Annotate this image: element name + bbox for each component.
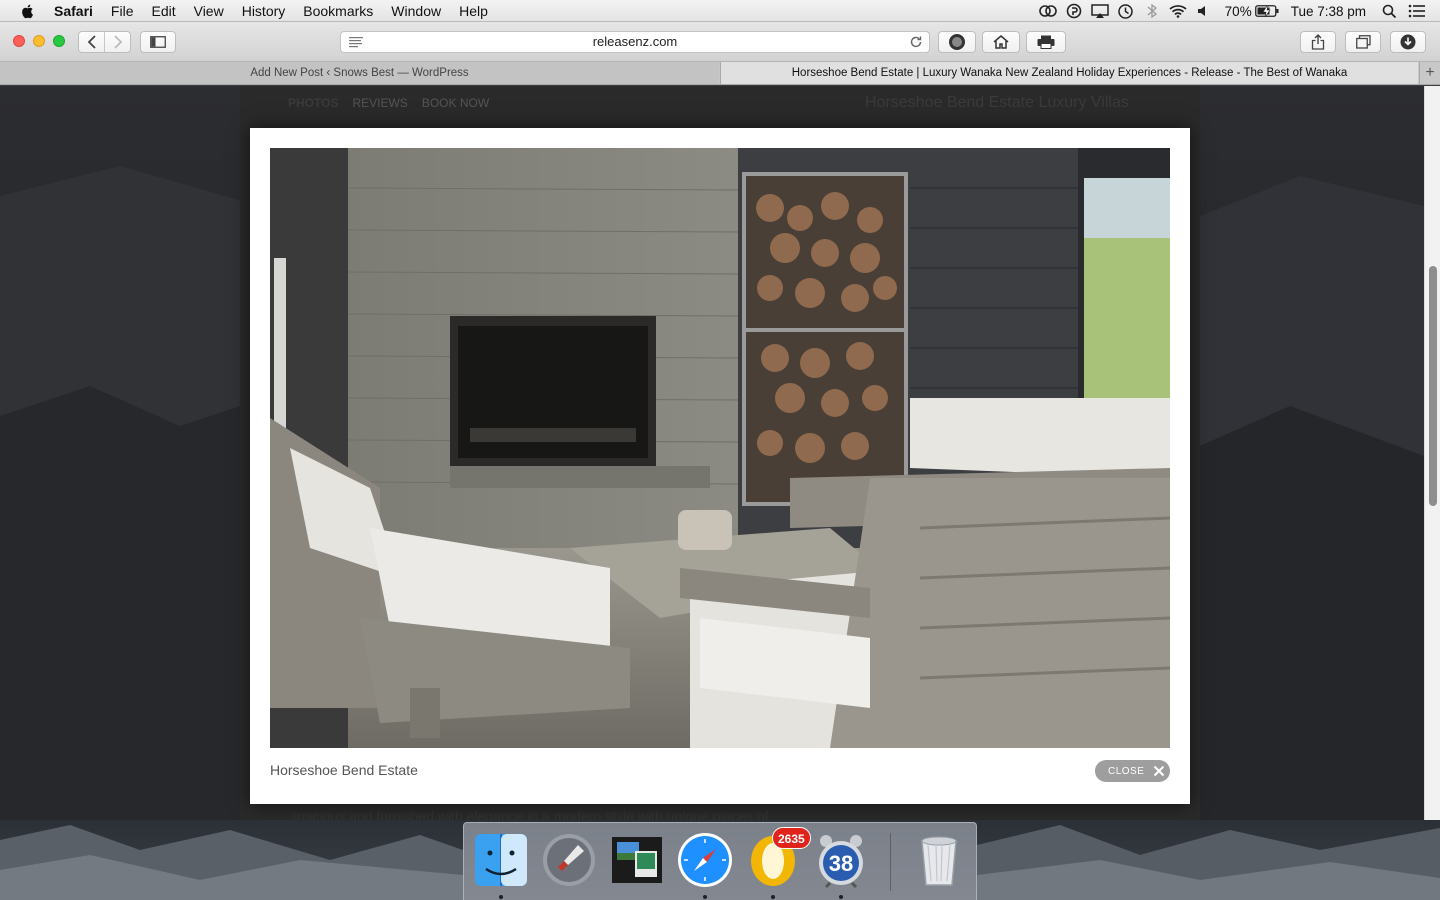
page-nav: PHOTOS REVIEWS BOOK NOW — [288, 96, 489, 110]
menu-bar: Safari File Edit View History Bookmarks … — [0, 0, 1440, 22]
window-close-button[interactable] — [13, 35, 25, 47]
sync-app-icon[interactable] — [1065, 2, 1083, 20]
tabs-overview-icon — [1355, 35, 1371, 49]
page-heading: Horseshoe Bend Estate Luxury Villas — [865, 94, 1129, 111]
menu-window[interactable]: Window — [391, 3, 441, 19]
reader-view-icon[interactable] — [349, 36, 363, 48]
dock-finder-running-indicator — [499, 895, 503, 899]
apple-menu-icon[interactable] — [20, 3, 36, 19]
dock-separator — [890, 833, 891, 891]
menu-file[interactable]: File — [111, 3, 134, 19]
home-button[interactable] — [982, 31, 1020, 53]
dock: 2635 38 — [463, 822, 977, 900]
print-button[interactable] — [1026, 31, 1066, 53]
browser-toolbar: releasenz.com — [0, 22, 1440, 62]
menu-bookmarks[interactable]: Bookmarks — [303, 3, 373, 19]
menu-help[interactable]: Help — [459, 3, 488, 19]
notification-center-icon[interactable] — [1408, 2, 1426, 20]
window-minimize-button[interactable] — [33, 35, 45, 47]
battery-charging-icon[interactable] — [1254, 2, 1279, 20]
page-nav-photos[interactable]: PHOTOS — [288, 96, 338, 110]
address-url[interactable]: releasenz.com — [593, 34, 678, 49]
downloads-button[interactable] — [1390, 31, 1426, 53]
sidebar-toggle-button[interactable] — [140, 31, 176, 53]
extension-button-1[interactable] — [938, 31, 976, 53]
bluetooth-icon[interactable] — [1143, 2, 1161, 20]
page-scrollbar[interactable] — [1424, 86, 1440, 820]
opera-notification-badge: 2635 — [772, 827, 811, 849]
forward-button[interactable] — [104, 32, 130, 52]
menu-edit[interactable]: Edit — [151, 3, 175, 19]
menu-clock[interactable]: Tue 7:38 pm — [1291, 4, 1366, 19]
lightbox-close-button[interactable]: CLOSE — [1095, 760, 1170, 782]
battery-percentage[interactable]: 70% — [1225, 4, 1252, 19]
dock-safari-running-indicator — [703, 895, 707, 899]
show-all-tabs-button[interactable] — [1345, 31, 1381, 53]
dock-finder-icon[interactable] — [472, 831, 530, 889]
page-nav-book-now[interactable]: BOOK NOW — [422, 96, 489, 110]
window-zoom-button[interactable] — [53, 35, 65, 47]
back-forward-group — [78, 31, 131, 53]
wifi-icon[interactable] — [1169, 2, 1187, 20]
volume-icon[interactable] — [1195, 2, 1213, 20]
dock-trash-icon[interactable] — [910, 831, 968, 889]
menu-view[interactable]: View — [194, 3, 224, 19]
sidebar-icon — [150, 36, 166, 48]
dock-safari-icon[interactable] — [676, 831, 734, 889]
page-scrollbar-thumb[interactable] — [1429, 266, 1437, 506]
back-button[interactable] — [79, 32, 104, 52]
record-icon — [949, 34, 965, 50]
new-tab-button[interactable]: + — [1419, 62, 1440, 84]
patio-fireplace-photo — [270, 148, 1170, 748]
close-button-label: CLOSE — [1108, 765, 1145, 777]
dock-alarm-running-indicator — [839, 895, 843, 899]
address-bar[interactable]: releasenz.com — [340, 31, 930, 53]
share-button[interactable] — [1300, 31, 1336, 53]
share-icon — [1311, 34, 1325, 50]
menu-app-name[interactable]: Safari — [54, 3, 93, 19]
status-extra-icon[interactable] — [1038, 2, 1057, 20]
menu-history[interactable]: History — [242, 3, 286, 19]
close-icon — [1150, 762, 1168, 780]
lightbox-photo — [270, 148, 1170, 748]
lightbox-caption: Horseshoe Bend Estate — [270, 762, 418, 778]
page-nav-reviews[interactable]: REVIEWS — [352, 96, 407, 110]
time-machine-icon[interactable] — [1117, 2, 1135, 20]
photo-lightbox: Horseshoe Bend Estate CLOSE — [250, 128, 1190, 804]
airplay-icon[interactable] — [1090, 2, 1109, 20]
printer-icon — [1037, 35, 1055, 49]
dock-preview-icon[interactable] — [608, 831, 666, 889]
download-icon — [1400, 34, 1416, 50]
reload-icon[interactable] — [909, 35, 923, 49]
alarm-clock-label: 38 — [828, 851, 854, 876]
dock-launchpad-icon[interactable] — [540, 831, 598, 889]
dock-opera-running-indicator — [771, 895, 775, 899]
home-icon — [993, 35, 1009, 49]
tab-wordpress[interactable]: Add New Post ‹ Snows Best — WordPress — [0, 62, 719, 84]
dock-alarm-clock-icon[interactable]: 38 — [812, 831, 870, 889]
tab-horseshoe-bend[interactable]: Horseshoe Bend Estate | Luxury Wanaka Ne… — [720, 62, 1418, 84]
spotlight-search-icon[interactable] — [1380, 2, 1398, 20]
tab-bar: Add New Post ‹ Snows Best — WordPress Ho… — [0, 62, 1440, 85]
